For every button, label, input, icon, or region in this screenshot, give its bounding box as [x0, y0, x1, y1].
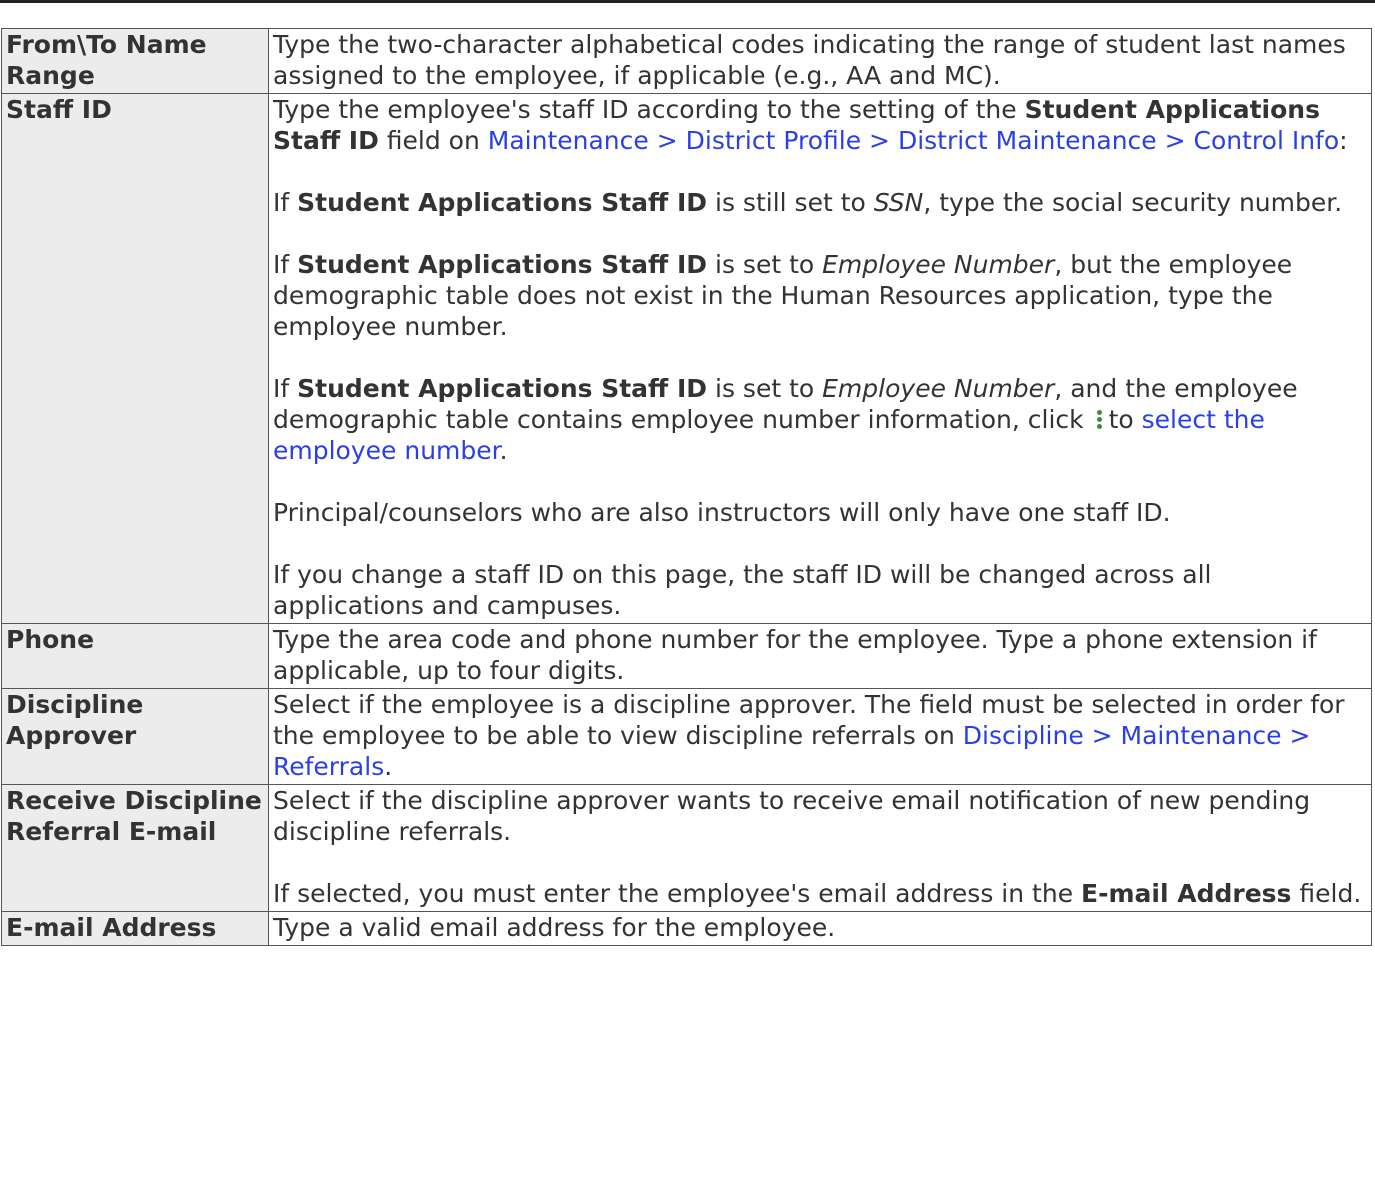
field-label: Staff ID — [1, 93, 269, 624]
text: field. — [1291, 879, 1362, 908]
control-info-link[interactable]: Maintenance > District Profile > Distric… — [488, 126, 1339, 155]
text: If selected, you must enter the employee… — [273, 879, 1082, 908]
top-rule — [0, 0, 1375, 3]
description-text: Type a valid email address for the emplo… — [273, 913, 836, 942]
paragraph: If Student Applications Staff ID is stil… — [273, 187, 1367, 218]
text: : — [1339, 126, 1348, 155]
text: , type the social security number. — [923, 188, 1343, 217]
field-name: Student Applications Staff ID — [297, 188, 708, 217]
table-row: From\To Name Range Type the two-characte… — [1, 28, 1372, 94]
value-name: Employee Number — [822, 374, 1055, 403]
field-label: Discipline Approver — [1, 688, 269, 785]
description-text: Type the area code and phone number for … — [273, 625, 1317, 685]
field-label: Phone — [1, 623, 269, 689]
paragraph: Type the employee's staff ID according t… — [273, 94, 1367, 156]
table-row: Phone Type the area code and phone numbe… — [1, 623, 1372, 689]
paragraph: Principal/counselors who are also instru… — [273, 498, 1171, 527]
text: to — [1108, 405, 1142, 434]
paragraph: If you change a staff ID on this page, t… — [273, 560, 1212, 620]
text: is set to — [707, 250, 823, 279]
text: Type the employee's staff ID according t… — [273, 95, 1025, 124]
field-description: Select if the discipline approver wants … — [268, 784, 1372, 912]
text: is set to — [707, 374, 823, 403]
text: . — [499, 436, 508, 465]
field-name: Student Applications Staff ID — [297, 374, 708, 403]
text: . — [384, 752, 393, 781]
text: is still set to — [707, 188, 874, 217]
table-row: Discipline Approver Select if the employ… — [1, 688, 1372, 785]
value-name: Employee Number — [822, 250, 1055, 279]
paragraph: Select if the discipline approver wants … — [273, 786, 1311, 846]
field-description: Type a valid email address for the emplo… — [268, 911, 1372, 946]
text: If — [273, 250, 298, 279]
field-name: E-mail Address — [1081, 879, 1292, 908]
field-description: Type the two-character alphabetical code… — [268, 28, 1372, 94]
description-text: Type the two-character alphabetical code… — [273, 30, 1346, 90]
field-description-table: From\To Name Range Type the two-characte… — [1, 28, 1372, 946]
table-row: E-mail Address Type a valid email addres… — [1, 911, 1372, 946]
field-name: Student Applications Staff ID — [297, 250, 708, 279]
paragraph: If Student Applications Staff ID is set … — [273, 249, 1367, 342]
value-name: SSN — [873, 188, 924, 217]
text: If — [273, 374, 298, 403]
field-label: Receive Discipline Referral E-mail — [1, 784, 269, 912]
table-row: Staff ID Type the employee's staff ID ac… — [1, 93, 1372, 624]
field-label: E-mail Address — [1, 911, 269, 946]
field-description: Type the area code and phone number for … — [268, 623, 1372, 689]
field-description: Select if the employee is a discipline a… — [268, 688, 1372, 785]
text: If — [273, 188, 298, 217]
vertical-ellipsis-icon[interactable] — [1095, 410, 1103, 430]
table-row: Receive Discipline Referral E-mail Selec… — [1, 784, 1372, 912]
text: field on — [378, 126, 488, 155]
field-label: From\To Name Range — [1, 28, 269, 94]
paragraph: If Student Applications Staff ID is set … — [273, 373, 1367, 466]
field-description: Type the employee's staff ID according t… — [268, 93, 1372, 624]
paragraph: If selected, you must enter the employee… — [273, 878, 1367, 909]
